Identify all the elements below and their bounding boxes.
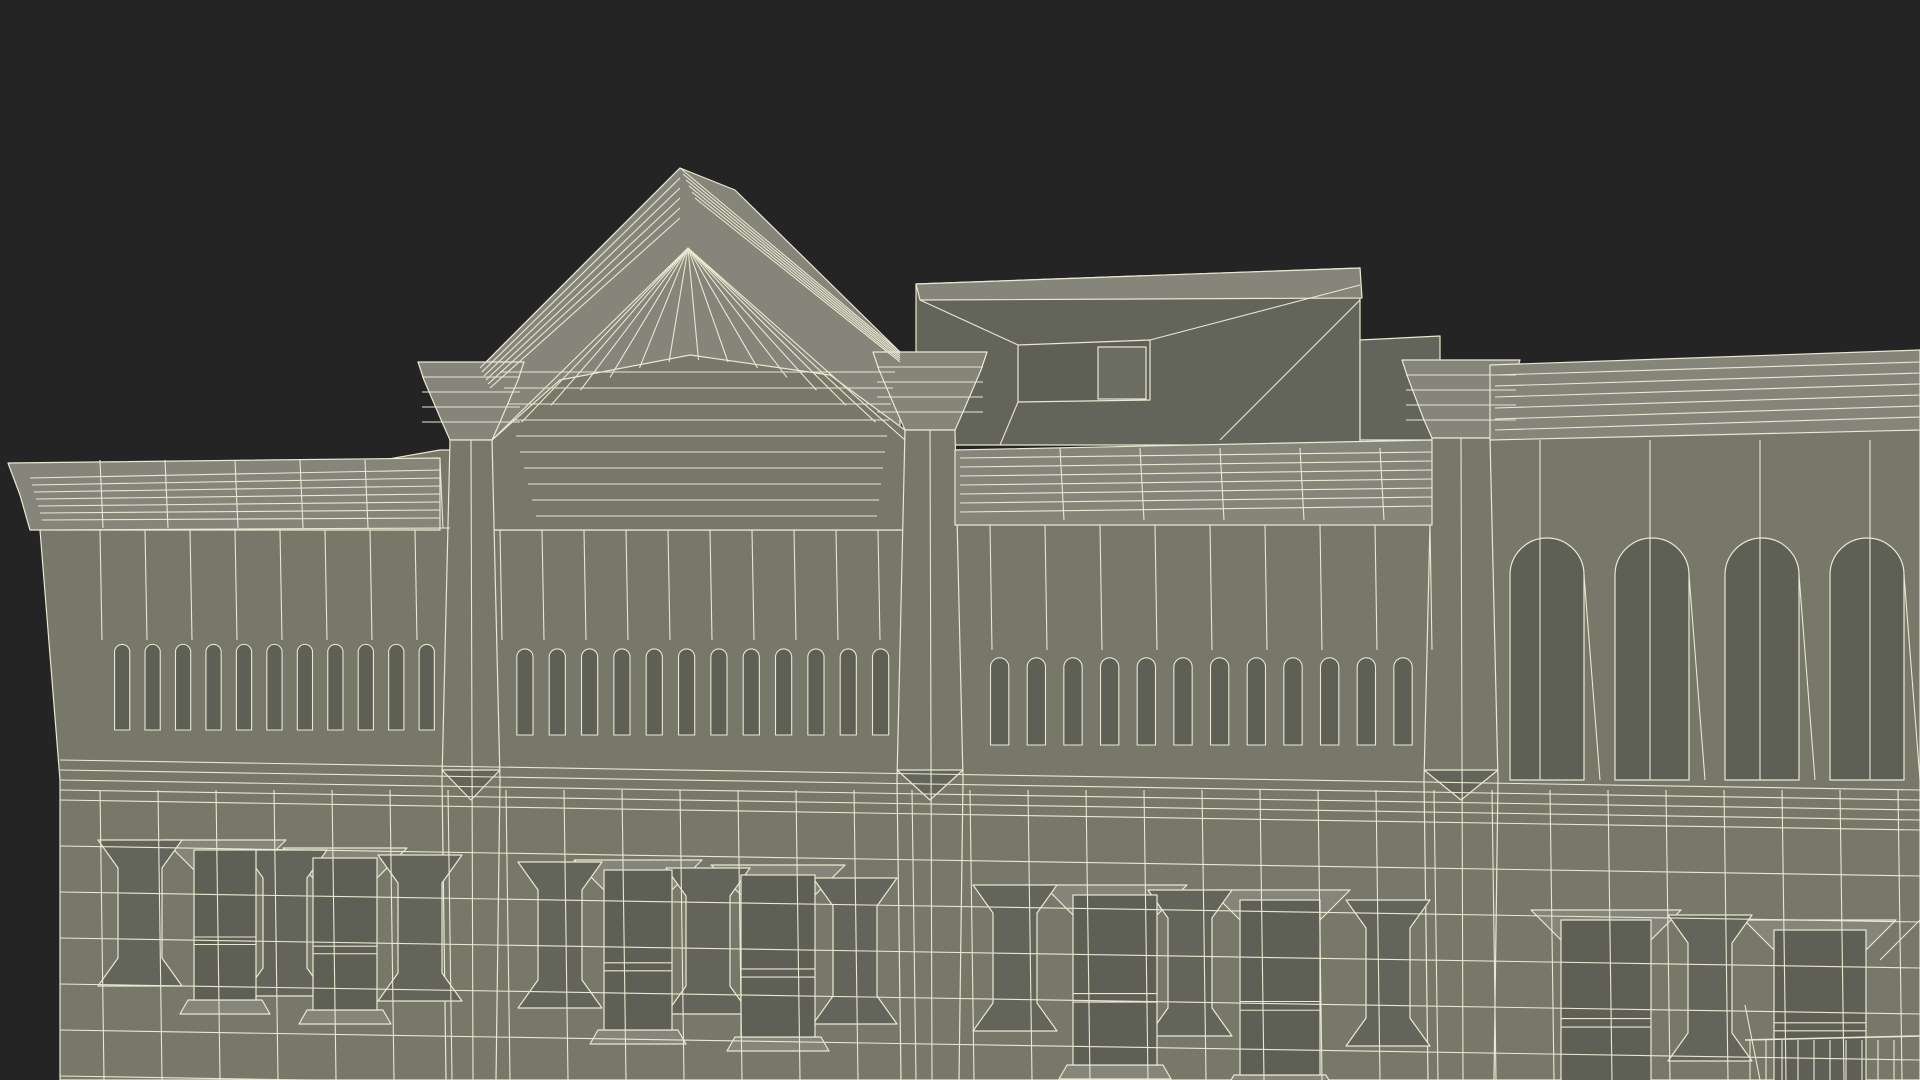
rooftop-vent bbox=[1097, 346, 1147, 400]
window-1-sill bbox=[179, 999, 271, 1015]
tall-arch bbox=[1724, 537, 1800, 781]
window-2-sill bbox=[298, 1009, 392, 1025]
center-frieze-arch bbox=[871, 648, 890, 736]
left-frieze-arch bbox=[205, 643, 222, 731]
window-5-pane bbox=[1072, 894, 1158, 1066]
window-1-pane bbox=[193, 849, 257, 1001]
building-wireframe bbox=[7, 167, 1920, 1080]
right-frieze-arch bbox=[1209, 657, 1230, 746]
center-frieze-arch bbox=[580, 648, 599, 736]
window-3-sill bbox=[589, 1029, 687, 1045]
window-4-pane bbox=[740, 874, 816, 1038]
window-4-sill bbox=[726, 1036, 830, 1052]
right-frieze-arch bbox=[1173, 657, 1193, 746]
tall-arch bbox=[1829, 537, 1905, 781]
center-frieze-arch bbox=[645, 648, 663, 736]
right-frieze-arch bbox=[1319, 657, 1340, 746]
left-frieze-arch bbox=[388, 643, 405, 731]
center-frieze-arch bbox=[807, 648, 825, 736]
left-frieze-arch bbox=[144, 643, 161, 731]
center-frieze-arch bbox=[774, 648, 793, 736]
render-viewport bbox=[0, 0, 1920, 1080]
rooftop-box-lip bbox=[915, 267, 1363, 301]
center-frieze-arch bbox=[742, 648, 760, 736]
left-frieze-arch bbox=[418, 643, 435, 731]
center-frieze-arch bbox=[677, 648, 696, 736]
right-frieze-arch bbox=[1026, 657, 1047, 746]
center-frieze-arch bbox=[516, 648, 534, 736]
tall-arch bbox=[1509, 537, 1585, 781]
right-frieze-arch bbox=[1136, 657, 1157, 746]
center-frieze-arch bbox=[710, 648, 728, 736]
center-frieze-arch bbox=[839, 648, 857, 736]
left-frieze-arch bbox=[114, 643, 131, 731]
right-frieze-arch bbox=[1283, 657, 1303, 746]
left-frieze-arch bbox=[296, 643, 314, 731]
left-frieze-arch bbox=[327, 643, 344, 731]
window-7-pane bbox=[1560, 919, 1652, 1080]
left-frieze-arch bbox=[357, 643, 374, 731]
center-frieze-arch bbox=[548, 648, 566, 736]
right-frieze-arch bbox=[989, 657, 1010, 746]
right-frieze-arch bbox=[1393, 657, 1413, 746]
window-3-pane bbox=[603, 869, 673, 1031]
right-frieze-arch bbox=[1246, 657, 1267, 746]
left-frieze-arch bbox=[235, 643, 253, 731]
window-2-pane bbox=[312, 857, 378, 1011]
window-5-sill bbox=[1058, 1064, 1172, 1080]
window-6-sill bbox=[1230, 1074, 1330, 1080]
left-frieze-arch bbox=[174, 643, 192, 731]
right-frieze-arch bbox=[1099, 657, 1120, 746]
tall-arch bbox=[1614, 537, 1690, 781]
center-frieze-arch bbox=[613, 648, 631, 736]
right-frieze-arch bbox=[1356, 657, 1377, 746]
left-frieze-arch bbox=[266, 643, 283, 731]
right-frieze-arch bbox=[1063, 657, 1083, 746]
